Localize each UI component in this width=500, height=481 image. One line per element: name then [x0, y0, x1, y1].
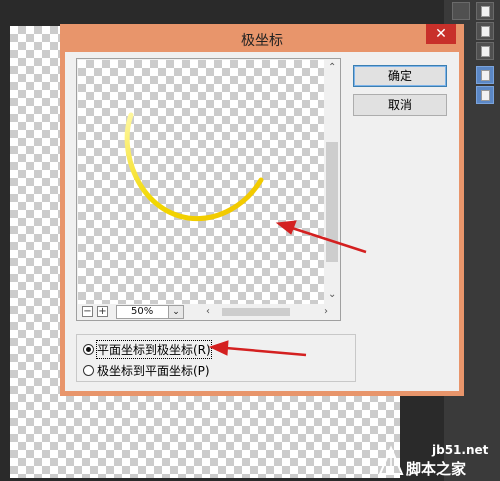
- layer-doc-button[interactable]: [476, 2, 494, 20]
- dialog-body: ⌃ ⌄ − + 50% ⌄ ‹ › 确定 取消 平面坐标到极坐标(R) 极坐标到…: [65, 52, 459, 391]
- layer-doc-button[interactable]: [476, 42, 494, 60]
- vertical-scroll-thumb[interactable]: [326, 142, 338, 262]
- preview-area[interactable]: [78, 60, 324, 304]
- vertical-scrollbar[interactable]: ⌃ ⌄: [325, 60, 339, 304]
- zoom-out-button[interactable]: −: [82, 306, 93, 317]
- document-icon: [480, 25, 490, 37]
- cancel-button[interactable]: 取消: [353, 94, 447, 116]
- layer-doc-button[interactable]: [476, 22, 494, 40]
- watermark-site: jb51.net: [432, 443, 489, 457]
- chevron-down-icon[interactable]: ⌄: [168, 306, 183, 318]
- arrow-up-icon[interactable]: ⌃: [328, 63, 336, 73]
- watermark-logo-icon: [378, 445, 404, 475]
- arrow-down-icon[interactable]: ⌄: [328, 290, 336, 300]
- polar-to-rect-option[interactable]: 极坐标到平面坐标(P): [83, 362, 210, 378]
- zoom-in-button[interactable]: +: [97, 306, 108, 317]
- close-button[interactable]: ✕: [426, 24, 456, 44]
- document-icon: [480, 89, 490, 101]
- document-icon: [480, 5, 490, 17]
- rect-to-polar-option[interactable]: 平面坐标到极坐标(R): [83, 339, 212, 359]
- zoom-in-icon: +: [98, 306, 107, 317]
- arc-stroke: [124, 112, 264, 222]
- preview-arc: [124, 112, 264, 222]
- zoom-level-select[interactable]: 50% ⌄: [116, 305, 184, 319]
- zoom-value: 50%: [131, 306, 154, 317]
- preview-frame: ⌃ ⌄ − + 50% ⌄ ‹ ›: [76, 58, 341, 321]
- conversion-options: 平面坐标到极坐标(R) 极坐标到平面坐标(P): [76, 334, 356, 382]
- dialog-title: 极坐标: [241, 33, 283, 49]
- rect-to-polar-label[interactable]: 平面坐标到极坐标(R): [96, 339, 212, 359]
- layer-doc-button-selected[interactable]: [476, 86, 494, 104]
- zoom-out-icon: −: [83, 306, 92, 317]
- polar-coordinates-dialog: 极坐标 ✕ ⌃ ⌄ − + 50% ⌄ ‹ › 确定 取消 平面坐标到极坐标(R…: [60, 24, 464, 396]
- rect-to-polar-radio[interactable]: [83, 343, 94, 355]
- close-icon: ✕: [435, 26, 447, 42]
- arrow-left-icon[interactable]: ‹: [206, 307, 210, 317]
- watermark-logo-text: 脚本之家: [406, 460, 467, 478]
- horizontal-scroll-thumb[interactable]: [222, 308, 290, 316]
- title-bar[interactable]: 极坐标 ✕: [60, 24, 464, 52]
- layer-doc-button-selected[interactable]: [476, 66, 494, 84]
- polar-to-rect-label[interactable]: 极坐标到平面坐标(P): [97, 362, 210, 379]
- polar-to-rect-radio[interactable]: [83, 364, 94, 376]
- arrow-right-icon[interactable]: ›: [324, 307, 328, 317]
- zoom-bar: − + 50% ⌄ ‹ ›: [78, 304, 340, 320]
- ok-button[interactable]: 确定: [353, 65, 447, 87]
- document-icon: [480, 45, 490, 57]
- panel-toggle[interactable]: [452, 2, 470, 20]
- document-icon: [480, 69, 490, 81]
